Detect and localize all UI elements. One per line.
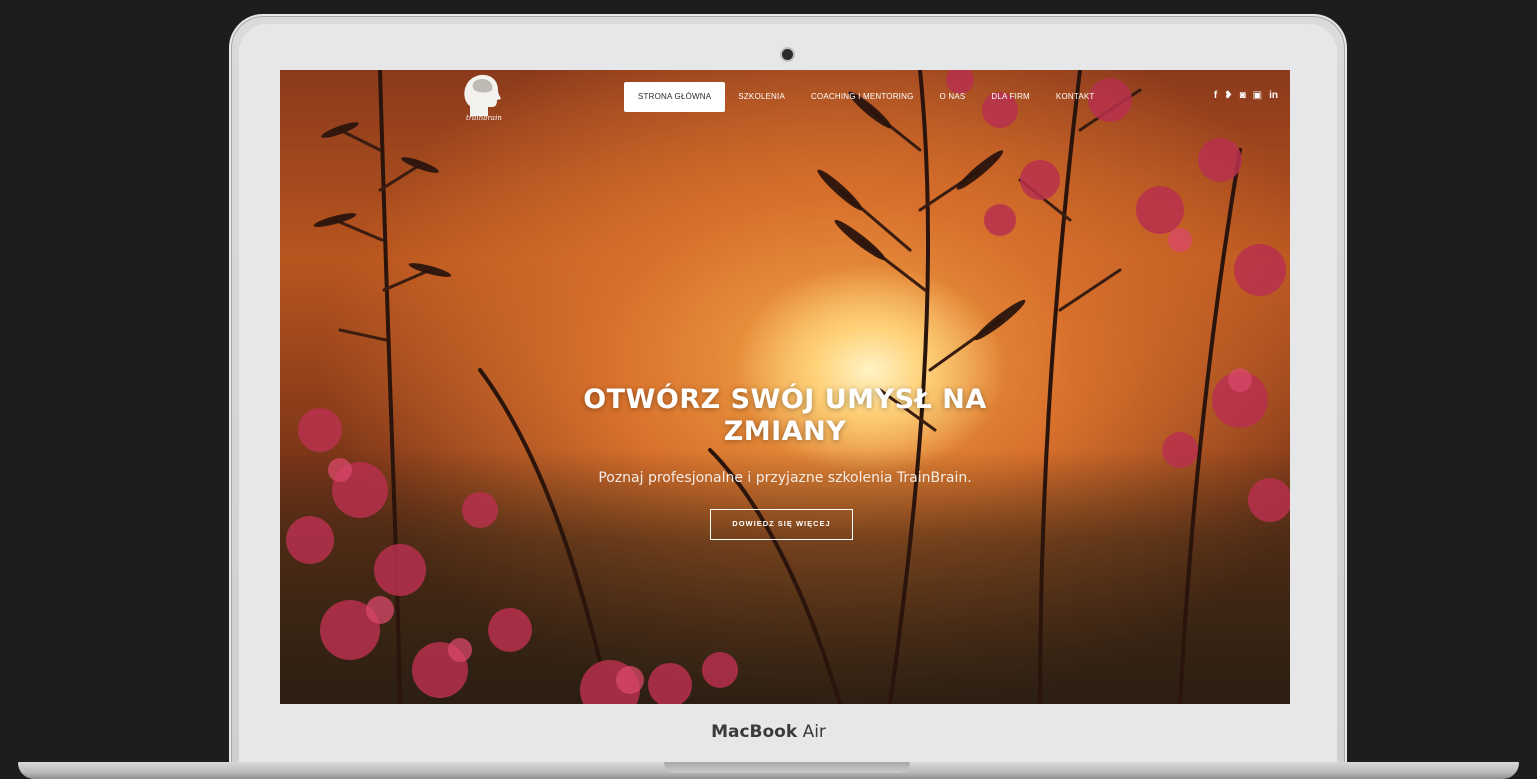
laptop-notch — [664, 762, 910, 773]
nav-item-contact[interactable]: KONTAKT — [1043, 82, 1108, 112]
main-nav: STRONA GŁÓWNA SZKOLENIA COACHING I MENTO… — [624, 82, 1108, 112]
facebook-icon[interactable]: f — [1214, 90, 1217, 102]
linkedin-icon[interactable]: in — [1269, 90, 1278, 102]
device-label-light: Air — [802, 722, 826, 742]
camera-icon — [782, 49, 793, 60]
twitter-icon[interactable]: ❥ — [1224, 90, 1232, 102]
learn-more-button[interactable]: DOWIEDZ SIĘ WIĘCEJ — [710, 509, 853, 540]
instagram-icon[interactable]: ◙ — [1240, 90, 1246, 102]
social-links: f ❥ ◙ ▣ in — [1214, 90, 1278, 102]
laptop-mockup: trainbrain STRONA GŁÓWNA SZKOLENIA COACH… — [0, 0, 1537, 779]
nav-item-trainings[interactable]: SZKOLENIA — [725, 82, 798, 112]
device-label-bold: MacBook — [711, 722, 798, 742]
device-label: MacBook Air — [0, 722, 1537, 742]
logo-text: trainbrain — [466, 114, 502, 122]
hero-subtitle: Poznaj profesjonalne i przyjazne szkolen… — [598, 470, 972, 486]
nav-item-business[interactable]: DLA FIRM — [978, 82, 1043, 112]
hero-title: OTWÓRZ SWÓJ UMYSŁ NA ZMIANY — [583, 384, 987, 447]
youtube-icon[interactable]: ▣ — [1253, 90, 1262, 102]
website-screen: trainbrain STRONA GŁÓWNA SZKOLENIA COACH… — [280, 70, 1290, 704]
nav-item-about[interactable]: O NAS — [927, 82, 979, 112]
nav-item-coaching[interactable]: COACHING I MENTORING — [798, 82, 927, 112]
nav-item-home[interactable]: STRONA GŁÓWNA — [624, 82, 726, 112]
